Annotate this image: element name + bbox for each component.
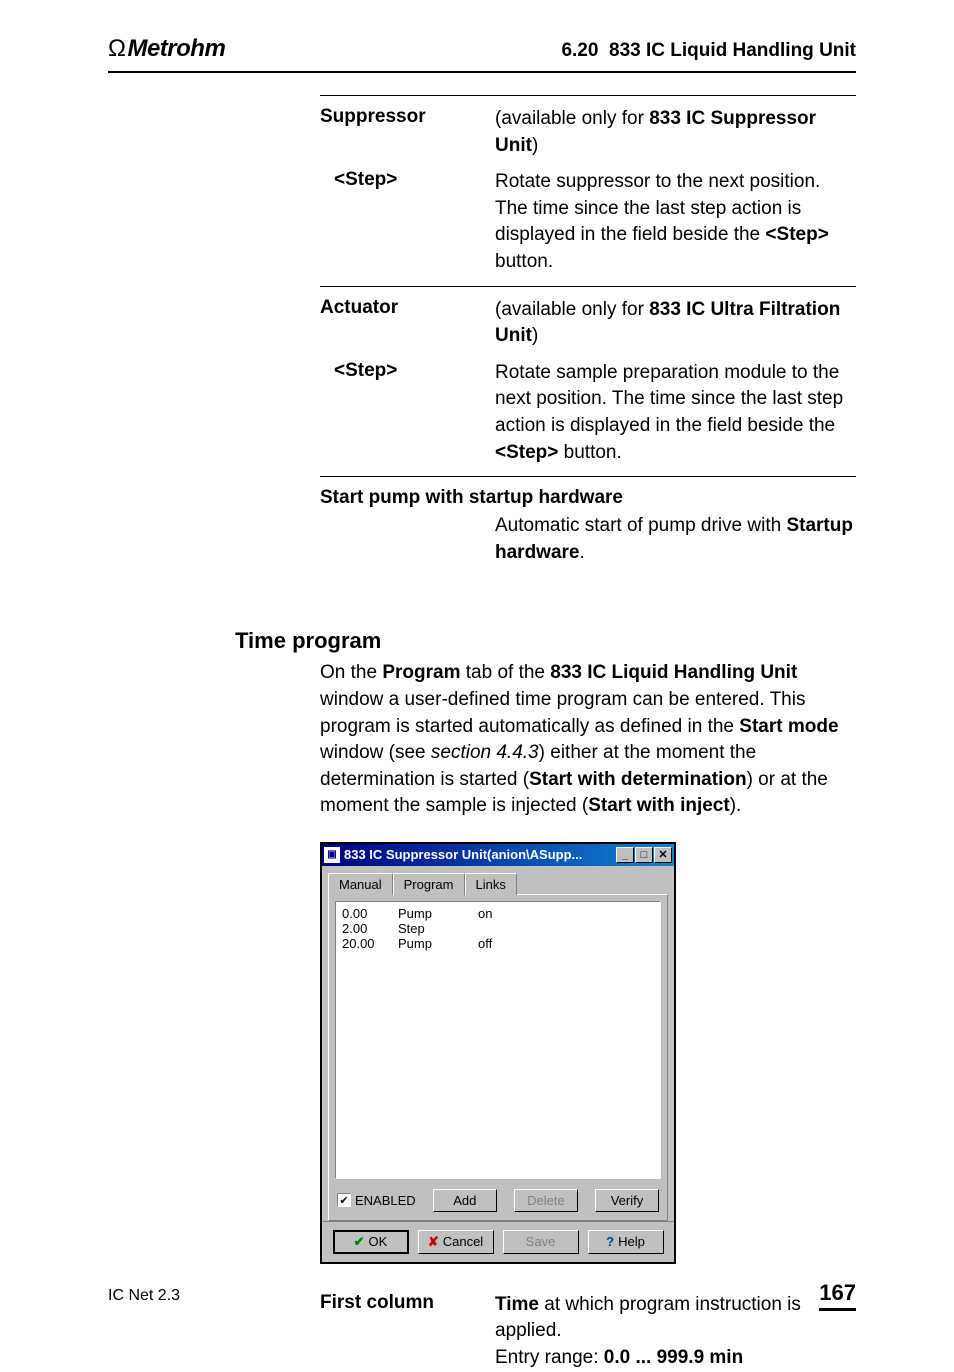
verify-button[interactable]: Verify — [595, 1189, 659, 1212]
param-label: <Step> — [320, 169, 495, 275]
param-suppressor-step: <Step> Rotate suppressor to the next pos… — [320, 169, 856, 285]
dialog-title: 833 IC Suppressor Unit(anion\ASupp... — [344, 847, 615, 862]
time-program-heading: Time program — [235, 628, 856, 654]
enabled-label: ENABLED — [355, 1193, 416, 1208]
maximize-button[interactable]: □ — [635, 847, 653, 863]
page-header: ΩMetrohm 6.20 833 IC Liquid Handling Uni… — [108, 0, 856, 73]
param-label: Suppressor — [320, 106, 495, 159]
logo-text: Metrohm — [127, 35, 225, 62]
x-icon: ✘ — [428, 1234, 439, 1250]
arg-cell: on — [478, 906, 528, 921]
ok-label: OK — [369, 1234, 388, 1249]
arg-cell: off — [478, 936, 528, 951]
program-listbox[interactable]: 0.00 Pump on 2.00 Step 20.00 Pump o — [335, 901, 661, 1179]
check-icon: ✔ — [354, 1234, 365, 1250]
time-cell: 2.00 — [342, 921, 398, 936]
cmd-cell: Pump — [398, 906, 478, 921]
time-cell: 0.00 — [342, 906, 398, 921]
cancel-label: Cancel — [443, 1234, 483, 1249]
cmd-cell: Pump — [398, 936, 478, 951]
page-footer: IC Net 2.3 167 — [108, 1280, 856, 1311]
param-label: Start pump with startup hardware — [320, 487, 856, 509]
list-item[interactable]: 20.00 Pump off — [342, 936, 654, 951]
dialog-bottom-buttons: ✔ OK ✘ Cancel Save ? Help — [322, 1221, 674, 1262]
param-suppressor: Suppressor (available only for 833 IC Su… — [320, 95, 856, 169]
page-number: 167 — [819, 1280, 856, 1311]
enabled-checkbox[interactable]: ✔ — [337, 1193, 351, 1207]
enabled-checkbox-wrap[interactable]: ✔ ENABLED — [337, 1193, 416, 1208]
suppressor-dialog: ▣ 833 IC Suppressor Unit(anion\ASupp... … — [320, 842, 676, 1264]
help-label: Help — [618, 1234, 645, 1249]
section-title: 6.20 833 IC Liquid Handling Unit — [561, 40, 856, 62]
list-item[interactable]: 0.00 Pump on — [342, 906, 654, 921]
param-actuator: Actuator (available only for 833 IC Ultr… — [320, 286, 856, 360]
param-desc: Rotate suppressor to the next position. … — [495, 169, 856, 275]
question-icon: ? — [606, 1234, 614, 1249]
cancel-button[interactable]: ✘ Cancel — [418, 1230, 494, 1254]
param-actuator-step: <Step> Rotate sample preparation module … — [320, 360, 856, 476]
param-desc: (available only for 833 IC Suppressor Un… — [495, 106, 856, 159]
omega-icon: Ω — [108, 35, 125, 62]
ok-button[interactable]: ✔ OK — [333, 1230, 409, 1254]
param-desc: (available only for 833 IC Ultra Filtrat… — [495, 297, 856, 350]
save-button[interactable]: Save — [503, 1230, 579, 1254]
param-label: Actuator — [320, 297, 495, 350]
metrohm-logo: ΩMetrohm — [108, 35, 225, 63]
minimize-button[interactable]: _ — [616, 847, 634, 863]
cmd-cell: Step — [398, 921, 478, 936]
tab-program[interactable]: Program — [393, 873, 465, 896]
add-button[interactable]: Add — [433, 1189, 497, 1212]
tab-manual[interactable]: Manual — [328, 873, 393, 895]
delete-button[interactable]: Delete — [514, 1189, 578, 1212]
help-button[interactable]: ? Help — [588, 1230, 664, 1254]
tab-content: 0.00 Pump on 2.00 Step 20.00 Pump o — [328, 894, 668, 1221]
dialog-titlebar[interactable]: ▣ 833 IC Suppressor Unit(anion\ASupp... … — [322, 844, 674, 866]
time-cell: 20.00 — [342, 936, 398, 951]
dialog-tabs: Manual Program Links — [328, 873, 668, 895]
param-desc: Rotate sample preparation module to the … — [495, 360, 856, 466]
time-program-paragraph: On the Program tab of the 833 IC Liquid … — [320, 660, 856, 820]
param-desc: Automatic start of pump drive with Start… — [495, 513, 856, 566]
save-label: Save — [526, 1234, 556, 1249]
product-name: IC Net 2.3 — [108, 1287, 180, 1305]
list-item[interactable]: 2.00 Step — [342, 921, 654, 936]
window-icon: ▣ — [324, 847, 340, 863]
parameter-table: Suppressor (available only for 833 IC Su… — [320, 95, 856, 566]
param-label: <Step> — [320, 360, 495, 466]
tab-links[interactable]: Links — [465, 873, 517, 895]
close-button[interactable]: ✕ — [654, 847, 672, 863]
arg-cell — [478, 921, 528, 936]
param-startup: Start pump with startup hardware Automat… — [320, 476, 856, 566]
